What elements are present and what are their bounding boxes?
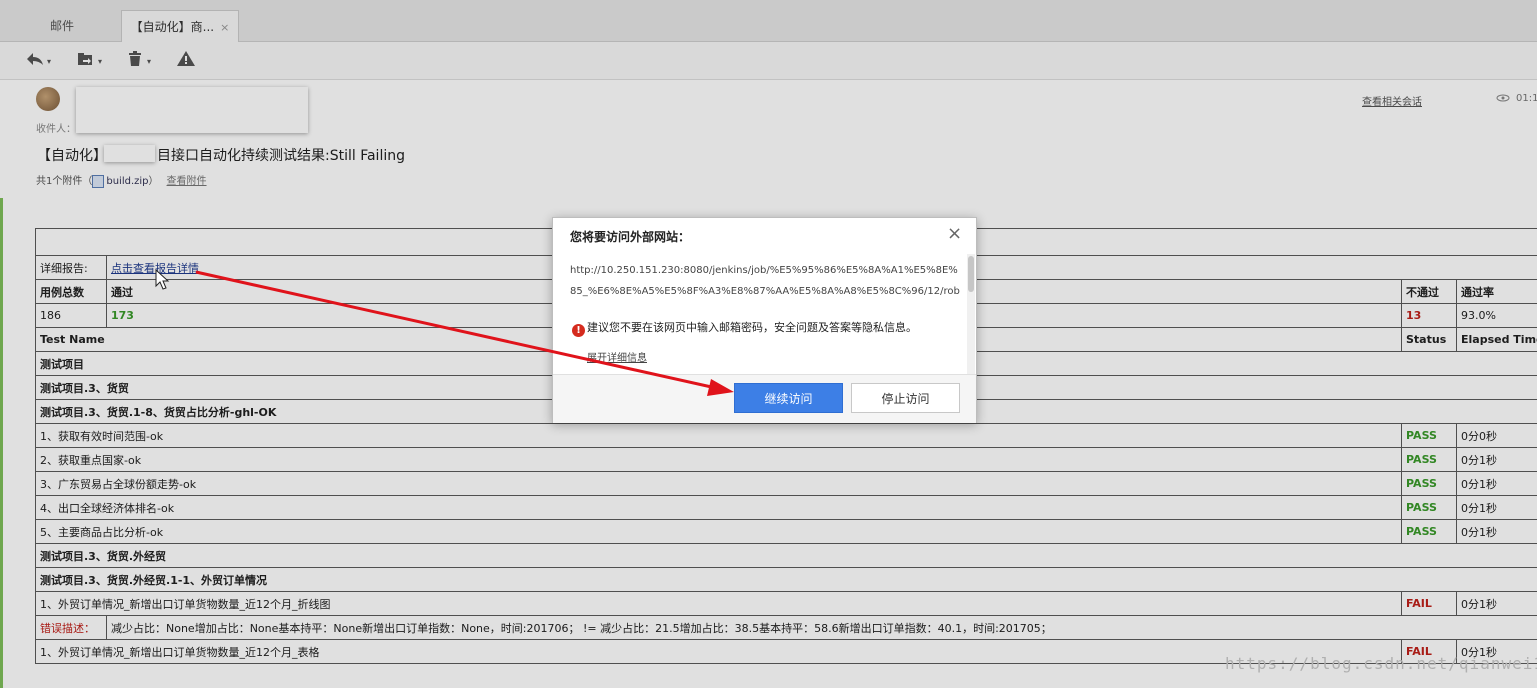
- dialog-title: 您将要访问外部网站：: [570, 230, 691, 244]
- warning-text: 建议您不要在该网页中输入邮箱密码，安全问题及答案等隐私信息。: [587, 321, 917, 334]
- continue-button[interactable]: 继续访问: [734, 383, 843, 413]
- mail-client: 邮件 【自动化】商... × ▾ ▾ ▾ 收件人： 查看相关会话 01:1 【自动…: [0, 0, 1537, 688]
- error-icon: !: [572, 324, 585, 337]
- dialog-close-icon[interactable]: ×: [947, 224, 962, 244]
- external-url: http://10.250.151.230:8080/jenkins/job/%…: [570, 265, 960, 297]
- dialog-footer: 继续访问 停止访问: [553, 374, 976, 423]
- external-site-dialog: 您将要访问外部网站： × http://10.250.151.230:8080/…: [552, 217, 977, 423]
- url-scrollbar-thumb[interactable]: [968, 256, 974, 292]
- expand-details-link[interactable]: 展开详细信息: [587, 349, 647, 364]
- security-warning: ! 建议您不要在该网页中输入邮箱密码，安全问题及答案等隐私信息。: [572, 319, 917, 337]
- stop-button[interactable]: 停止访问: [851, 383, 960, 413]
